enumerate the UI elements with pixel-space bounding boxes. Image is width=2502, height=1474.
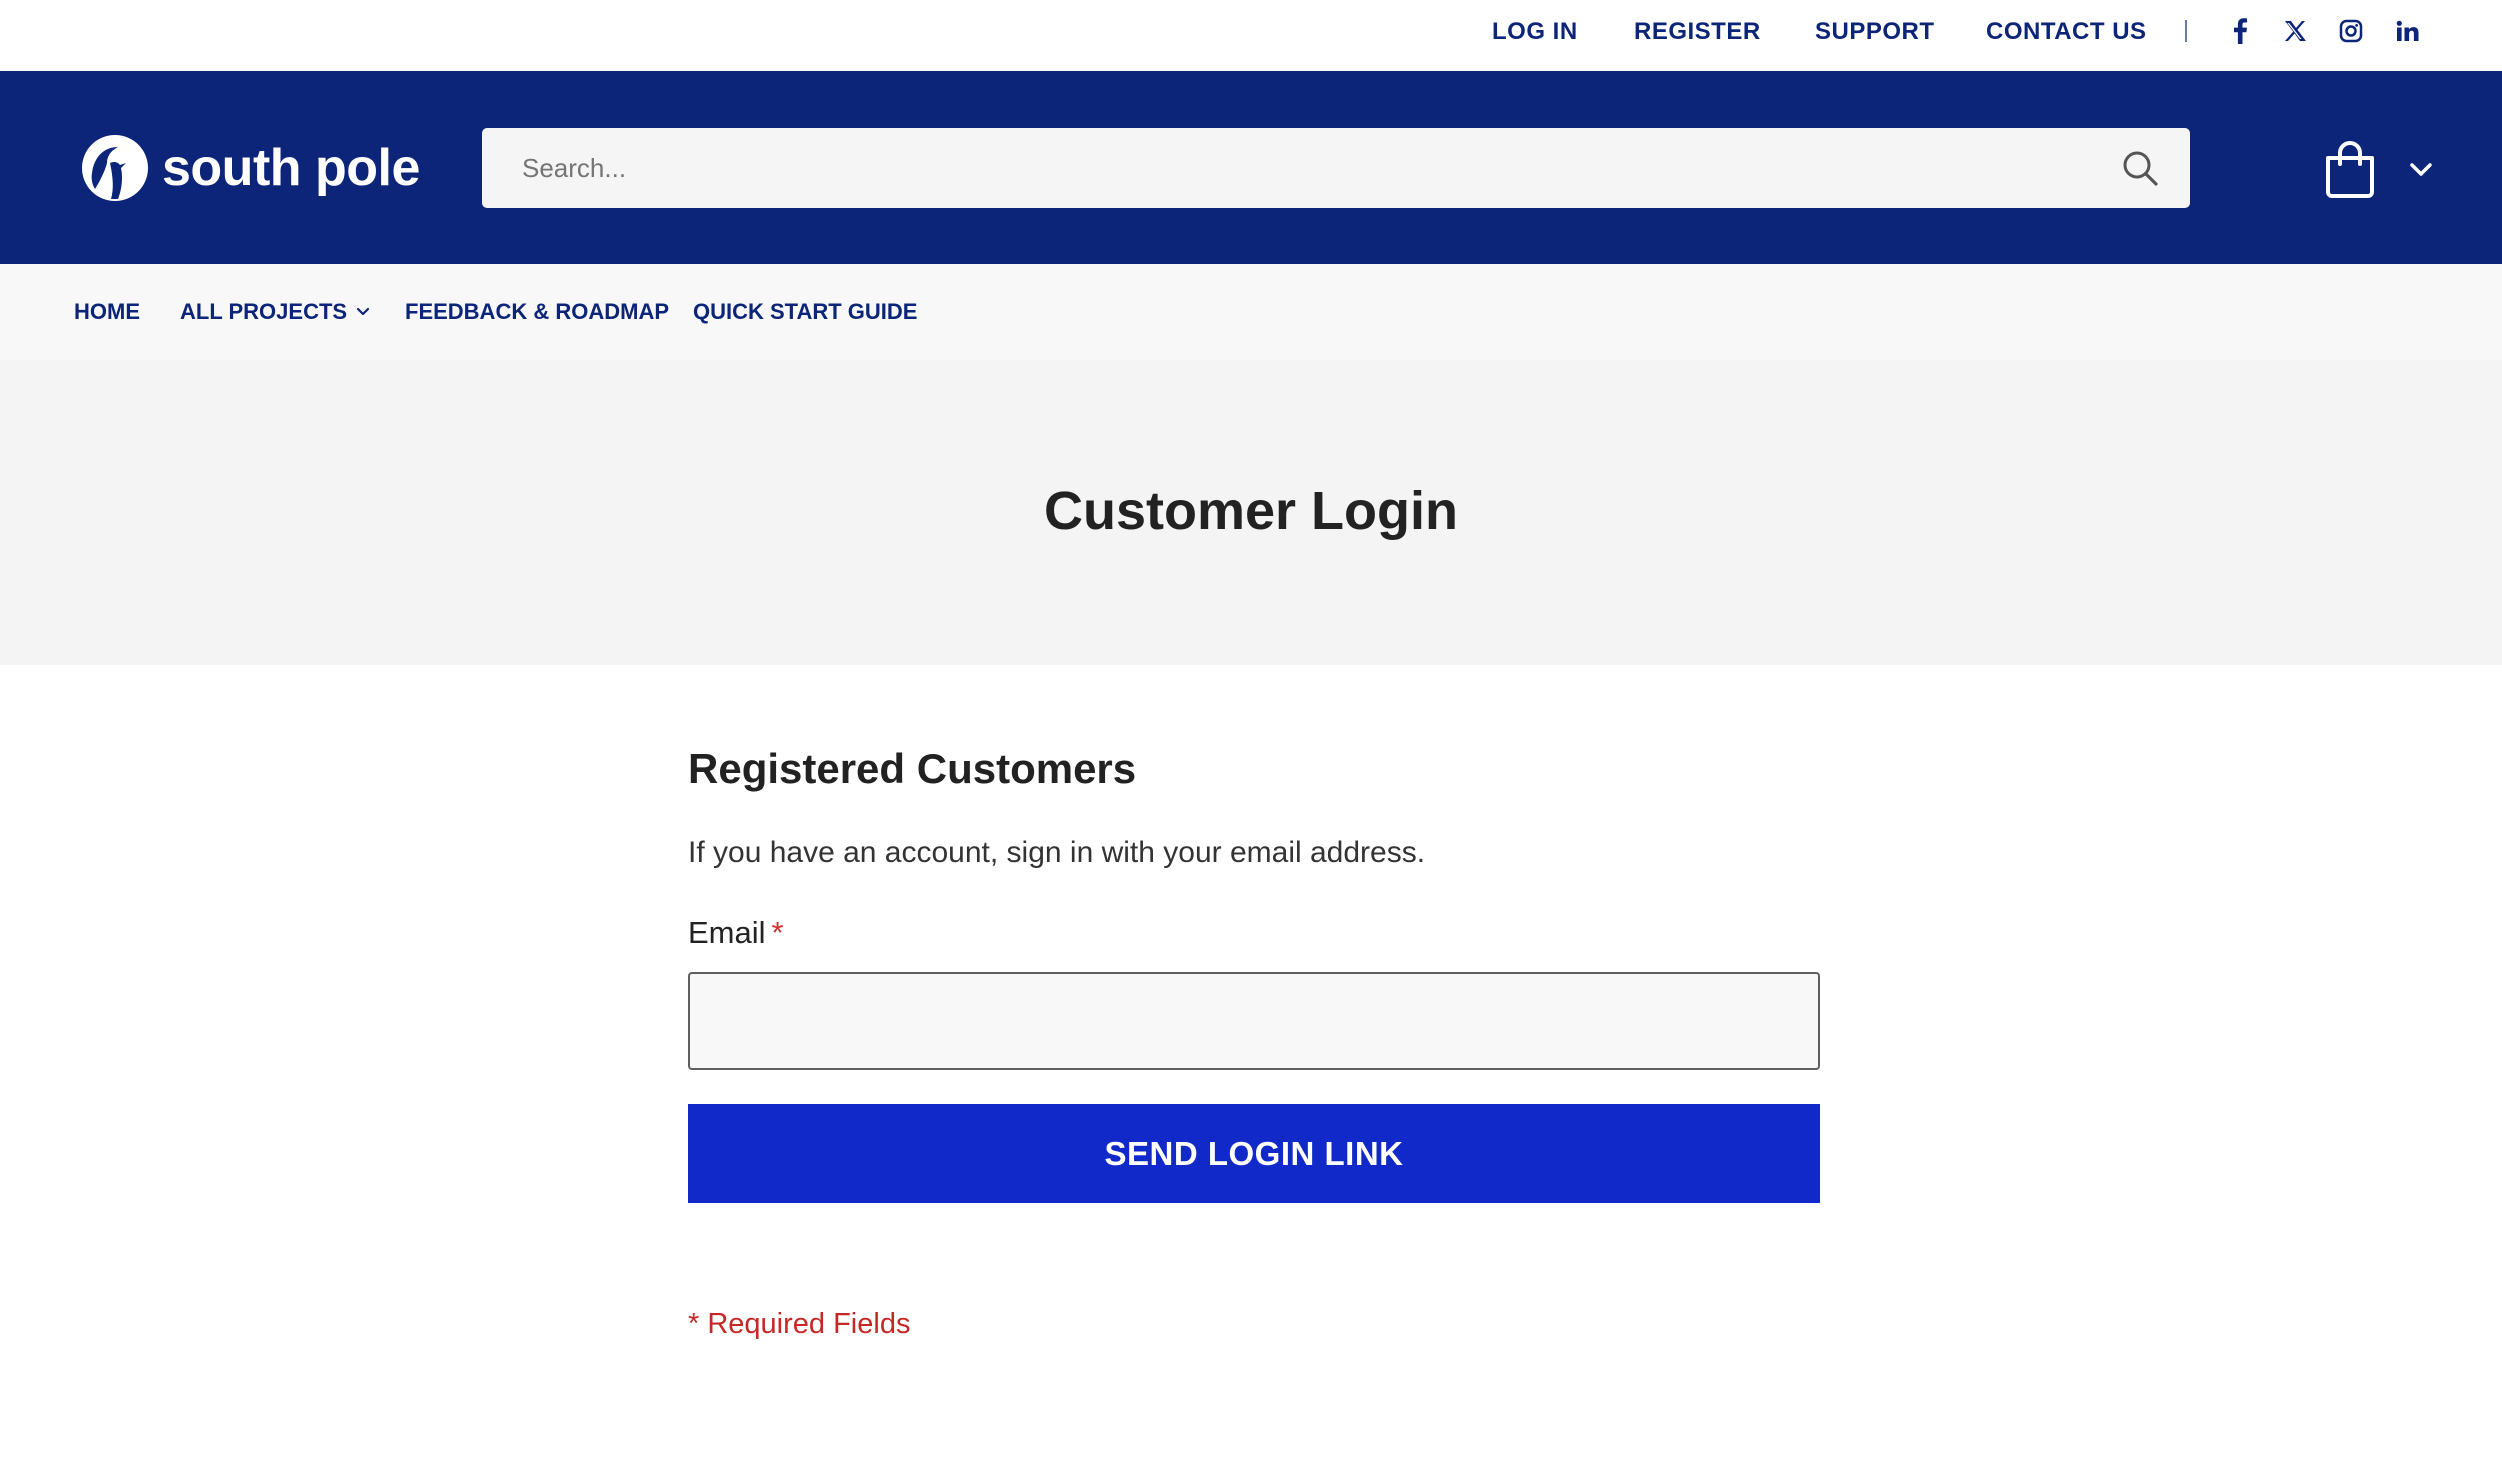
required-marker: * <box>771 915 784 950</box>
search-bar <box>482 128 2190 208</box>
nav-item-label: ALL PROJECTS <box>180 299 348 324</box>
logo-text: south pole <box>162 139 420 197</box>
nav-item-all-projects[interactable]: ALL PROJECTS <box>180 299 371 325</box>
page-title: Customer Login <box>1044 481 1458 541</box>
register-link[interactable]: REGISTER <box>1634 18 1761 46</box>
top-utility-bar: LOG IN REGISTER SUPPORT CONTACT US <box>0 0 2502 71</box>
form-title: Registered Customers <box>688 745 1137 792</box>
search-input[interactable] <box>482 128 2102 208</box>
site-header: south pole <box>0 71 2502 264</box>
send-login-link-button[interactable]: SEND LOGIN LINK <box>688 1104 1820 1203</box>
login-link[interactable]: LOG IN <box>1492 18 1578 46</box>
email-field[interactable] <box>688 972 1820 1070</box>
chevron-down-icon <box>356 307 370 316</box>
x-icon[interactable] <box>2280 16 2310 46</box>
nav-item-feedback-roadmap[interactable]: FEEDBACK & ROADMAP <box>405 299 669 325</box>
facebook-icon[interactable] <box>2225 16 2255 46</box>
shopping-bag-icon[interactable] <box>2322 140 2378 198</box>
nav-item-label: HOME <box>74 299 140 324</box>
instagram-icon[interactable] <box>2336 16 2366 46</box>
linkedin-icon[interactable] <box>2392 16 2422 46</box>
nav-item-home[interactable]: HOME <box>74 299 140 325</box>
form-intro-text: If you have an account, sign in with you… <box>688 836 1426 869</box>
penguin-logo-icon <box>82 135 148 201</box>
south-pole-logo[interactable]: south pole <box>80 131 420 205</box>
support-link[interactable]: SUPPORT <box>1815 18 1935 46</box>
nav-item-label: FEEDBACK & ROADMAP <box>405 299 669 324</box>
nav-item-quick-start-guide[interactable]: QUICK START GUIDE <box>693 299 917 325</box>
required-fields-note: * Required Fields <box>688 1308 911 1340</box>
email-label: Email * <box>688 915 784 951</box>
nav-item-label: QUICK START GUIDE <box>693 299 918 324</box>
search-icon[interactable] <box>2120 148 2160 188</box>
main-navigation: HOME ALL PROJECTS FEEDBACK & ROADMAP QUI… <box>0 264 2502 360</box>
chevron-down-icon[interactable] <box>2408 157 2434 183</box>
email-label-text: Email <box>688 915 766 950</box>
contact-us-link[interactable]: CONTACT US <box>1986 18 2147 46</box>
page-title-band: Customer Login <box>0 360 2502 665</box>
topbar-divider <box>2185 20 2187 42</box>
